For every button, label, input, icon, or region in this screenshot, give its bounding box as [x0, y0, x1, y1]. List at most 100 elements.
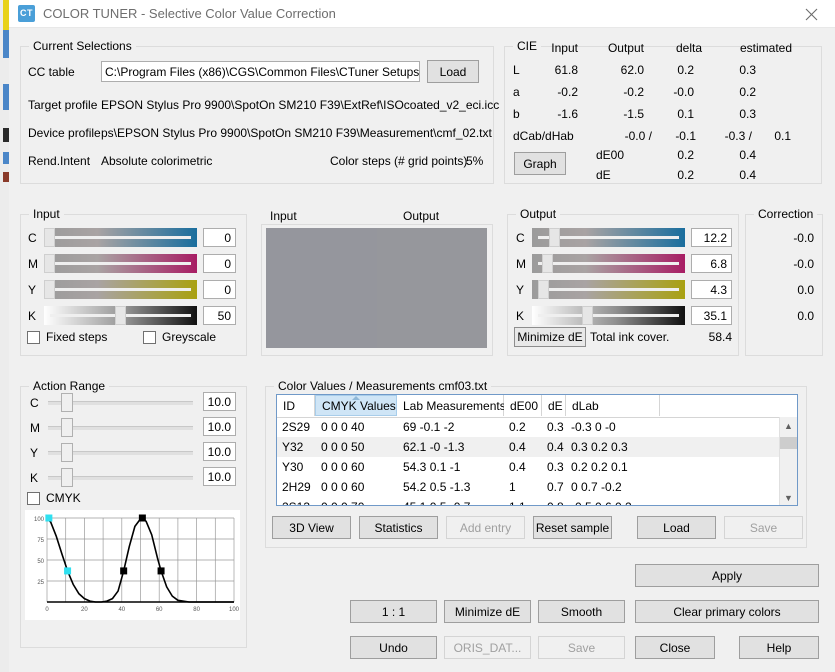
action-range-slider-m-thumb[interactable] — [61, 418, 74, 437]
scroll-up-icon[interactable]: ▲ — [780, 417, 797, 434]
one-to-one-button[interactable]: 1 : 1 — [350, 600, 437, 623]
input-slider-m-thumb[interactable] — [44, 254, 55, 273]
input-slider-k-thumb[interactable] — [115, 306, 126, 325]
scrollbar-thumb[interactable] — [780, 437, 797, 449]
clear-primary-colors-button[interactable]: Clear primary colors — [635, 600, 819, 623]
input-slider-c-track — [50, 236, 191, 239]
input-slider-c[interactable] — [44, 228, 197, 247]
output-value-y[interactable]: 4.3 — [691, 280, 732, 299]
apply-button[interactable]: Apply — [635, 564, 819, 587]
target-profile-value[interactable]: EPSON Stylus Pro 9900\SpotOn SM210 F39\E… — [101, 98, 499, 112]
table-row[interactable]: Y32 0 0 0 50 62.1 -0 -1.3 0.4 0.4 0.3 0.… — [277, 437, 797, 457]
output-slider-m-thumb[interactable] — [541, 254, 553, 273]
action-range-slider-k[interactable] — [48, 468, 193, 487]
table-header-de00[interactable]: dE00 — [504, 395, 542, 416]
rend-intent-value[interactable]: Absolute colorimetric — [101, 154, 212, 168]
table-row[interactable]: 2S13 0 0 0 70 45.1 0.5 -0.7 1.1 0.8 -0.5… — [277, 497, 797, 505]
row-1-de00: 0.4 — [509, 440, 526, 454]
table-header-blank — [660, 395, 782, 416]
oris-dat-button: ORIS_DAT... — [444, 636, 531, 659]
close-button[interactable]: Close — [635, 636, 715, 659]
close-window-button[interactable] — [789, 0, 835, 27]
input-channel-m-label: M — [28, 257, 38, 271]
row-4-lab: 45.1 0.5 -0.7 — [403, 497, 470, 505]
3d-view-button[interactable]: 3D View — [272, 516, 351, 539]
action-range-slider-k-thumb[interactable] — [61, 468, 74, 487]
output-slider-c[interactable] — [532, 228, 685, 247]
graph-button[interactable]: Graph — [514, 152, 566, 175]
cie-row-b-name: b — [513, 107, 520, 121]
color-tuner-window: CT COLOR TUNER - Selective Color Value C… — [0, 0, 835, 672]
table-header-id[interactable]: ID — [277, 395, 315, 416]
output-slider-y[interactable] — [532, 280, 685, 299]
table-header-row: ID CMYK Values Lab Measurements dE00 dE … — [277, 395, 797, 418]
output-value-k[interactable]: 35.1 — [691, 306, 732, 325]
output-value-m[interactable]: 6.8 — [691, 254, 732, 273]
action-range-slider-m[interactable] — [48, 418, 193, 437]
table-header-lab-measurements[interactable]: Lab Measurements — [397, 395, 506, 416]
measurements-table[interactable]: ID CMYK Values Lab Measurements dE00 dE … — [276, 394, 798, 506]
table-row[interactable]: 2S29 0 0 0 40 69 -0.1 -2 0.2 0.3 -0.3 0 … — [277, 417, 797, 437]
output-slider-y-thumb[interactable] — [538, 280, 550, 299]
input-slider-y[interactable] — [44, 280, 197, 299]
cie-row-a-delta: -0.0 — [673, 85, 694, 99]
action-range-slider-c-thumb[interactable] — [61, 393, 74, 412]
action-range-slider-y[interactable] — [48, 443, 193, 462]
input-value-y[interactable]: 0 — [203, 280, 236, 299]
table-header-de[interactable]: dE — [542, 395, 566, 416]
output-slider-k-thumb[interactable] — [581, 306, 593, 325]
input-slider-k[interactable] — [44, 306, 197, 325]
reset-sample-button[interactable]: Reset sample — [533, 516, 612, 539]
action-range-value-c[interactable]: 10.0 — [203, 392, 236, 411]
dcab-estimated-value-2: 0.1 — [774, 129, 791, 143]
input-value-c[interactable]: 0 — [203, 228, 236, 247]
table-row[interactable]: 2H29 0 0 0 60 54.2 0.5 -1.3 1 0.7 0 0.7 … — [277, 477, 797, 497]
input-slider-y-thumb[interactable] — [44, 280, 55, 299]
device-profile-value[interactable]: ps\EPSON Stylus Pro 9900\SpotOn SM210 F3… — [101, 126, 492, 140]
row-2-lab: 54.3 0.1 -1 — [403, 460, 461, 474]
output-color-preview — [377, 228, 487, 348]
table-header-dlab[interactable]: dLab — [566, 395, 660, 416]
input-value-m[interactable]: 0 — [203, 254, 236, 273]
action-range-value-m[interactable]: 10.0 — [203, 417, 236, 436]
greyscale-checkbox[interactable] — [143, 331, 156, 344]
preview-output-legend: Output — [400, 209, 443, 223]
color-values-legend: Color Values / Measurements cmf03.txt — [274, 379, 492, 393]
output-slider-k[interactable] — [532, 306, 685, 325]
table-header-cmyk-values[interactable]: CMYK Values — [315, 395, 397, 416]
output-value-c[interactable]: 12.2 — [691, 228, 732, 247]
table-load-button[interactable]: Load — [637, 516, 716, 539]
input-channel-y-label: Y — [28, 283, 37, 297]
curve-graph[interactable]: 25 50 75 100 0 20 40 60 80 100 — [25, 510, 240, 620]
input-slider-m[interactable] — [44, 254, 197, 273]
footer-minimize-de-button[interactable]: Minimize dE — [444, 600, 531, 623]
output-slider-m[interactable] — [532, 254, 685, 273]
undo-button[interactable]: Undo — [350, 636, 437, 659]
cie-row-L-input: 61.8 — [554, 63, 578, 77]
table-row[interactable]: Y30 0 0 0 60 54.3 0.1 -1 0.4 0.3 0.2 0.2… — [277, 457, 797, 477]
smooth-button[interactable]: Smooth — [538, 600, 625, 623]
statistics-button[interactable]: Statistics — [359, 516, 438, 539]
input-value-k[interactable]: 50 — [203, 306, 236, 325]
cc-table-load-button[interactable]: Load — [427, 60, 479, 83]
svg-text:100: 100 — [229, 607, 240, 613]
cmyk-checkbox[interactable] — [27, 492, 40, 505]
cc-table-input[interactable]: C:\Program Files (x86)\CGS\Common Files\… — [101, 61, 420, 82]
cie-header-delta: delta — [675, 41, 702, 55]
help-button[interactable]: Help — [739, 636, 819, 659]
scroll-down-icon[interactable]: ▼ — [780, 489, 797, 505]
action-range-value-y[interactable]: 10.0 — [203, 442, 236, 461]
row-0-de00: 0.2 — [509, 420, 526, 434]
action-range-slider-y-thumb[interactable] — [61, 443, 74, 462]
row-0-de: 0.3 — [547, 420, 564, 434]
fixed-steps-checkbox[interactable] — [27, 331, 40, 344]
de-estimated-value: 0.4 — [739, 168, 756, 182]
output-minimize-de-button[interactable]: Minimize dE — [514, 327, 586, 347]
action-range-slider-c[interactable] — [48, 393, 193, 412]
table-vertical-scrollbar[interactable]: ▲ ▼ — [779, 417, 797, 505]
add-entry-button: Add entry — [446, 516, 525, 539]
input-slider-c-thumb[interactable] — [44, 228, 55, 247]
output-group-legend: Output — [516, 207, 561, 221]
action-range-value-k[interactable]: 10.0 — [203, 467, 236, 486]
output-slider-c-thumb[interactable] — [549, 228, 561, 247]
